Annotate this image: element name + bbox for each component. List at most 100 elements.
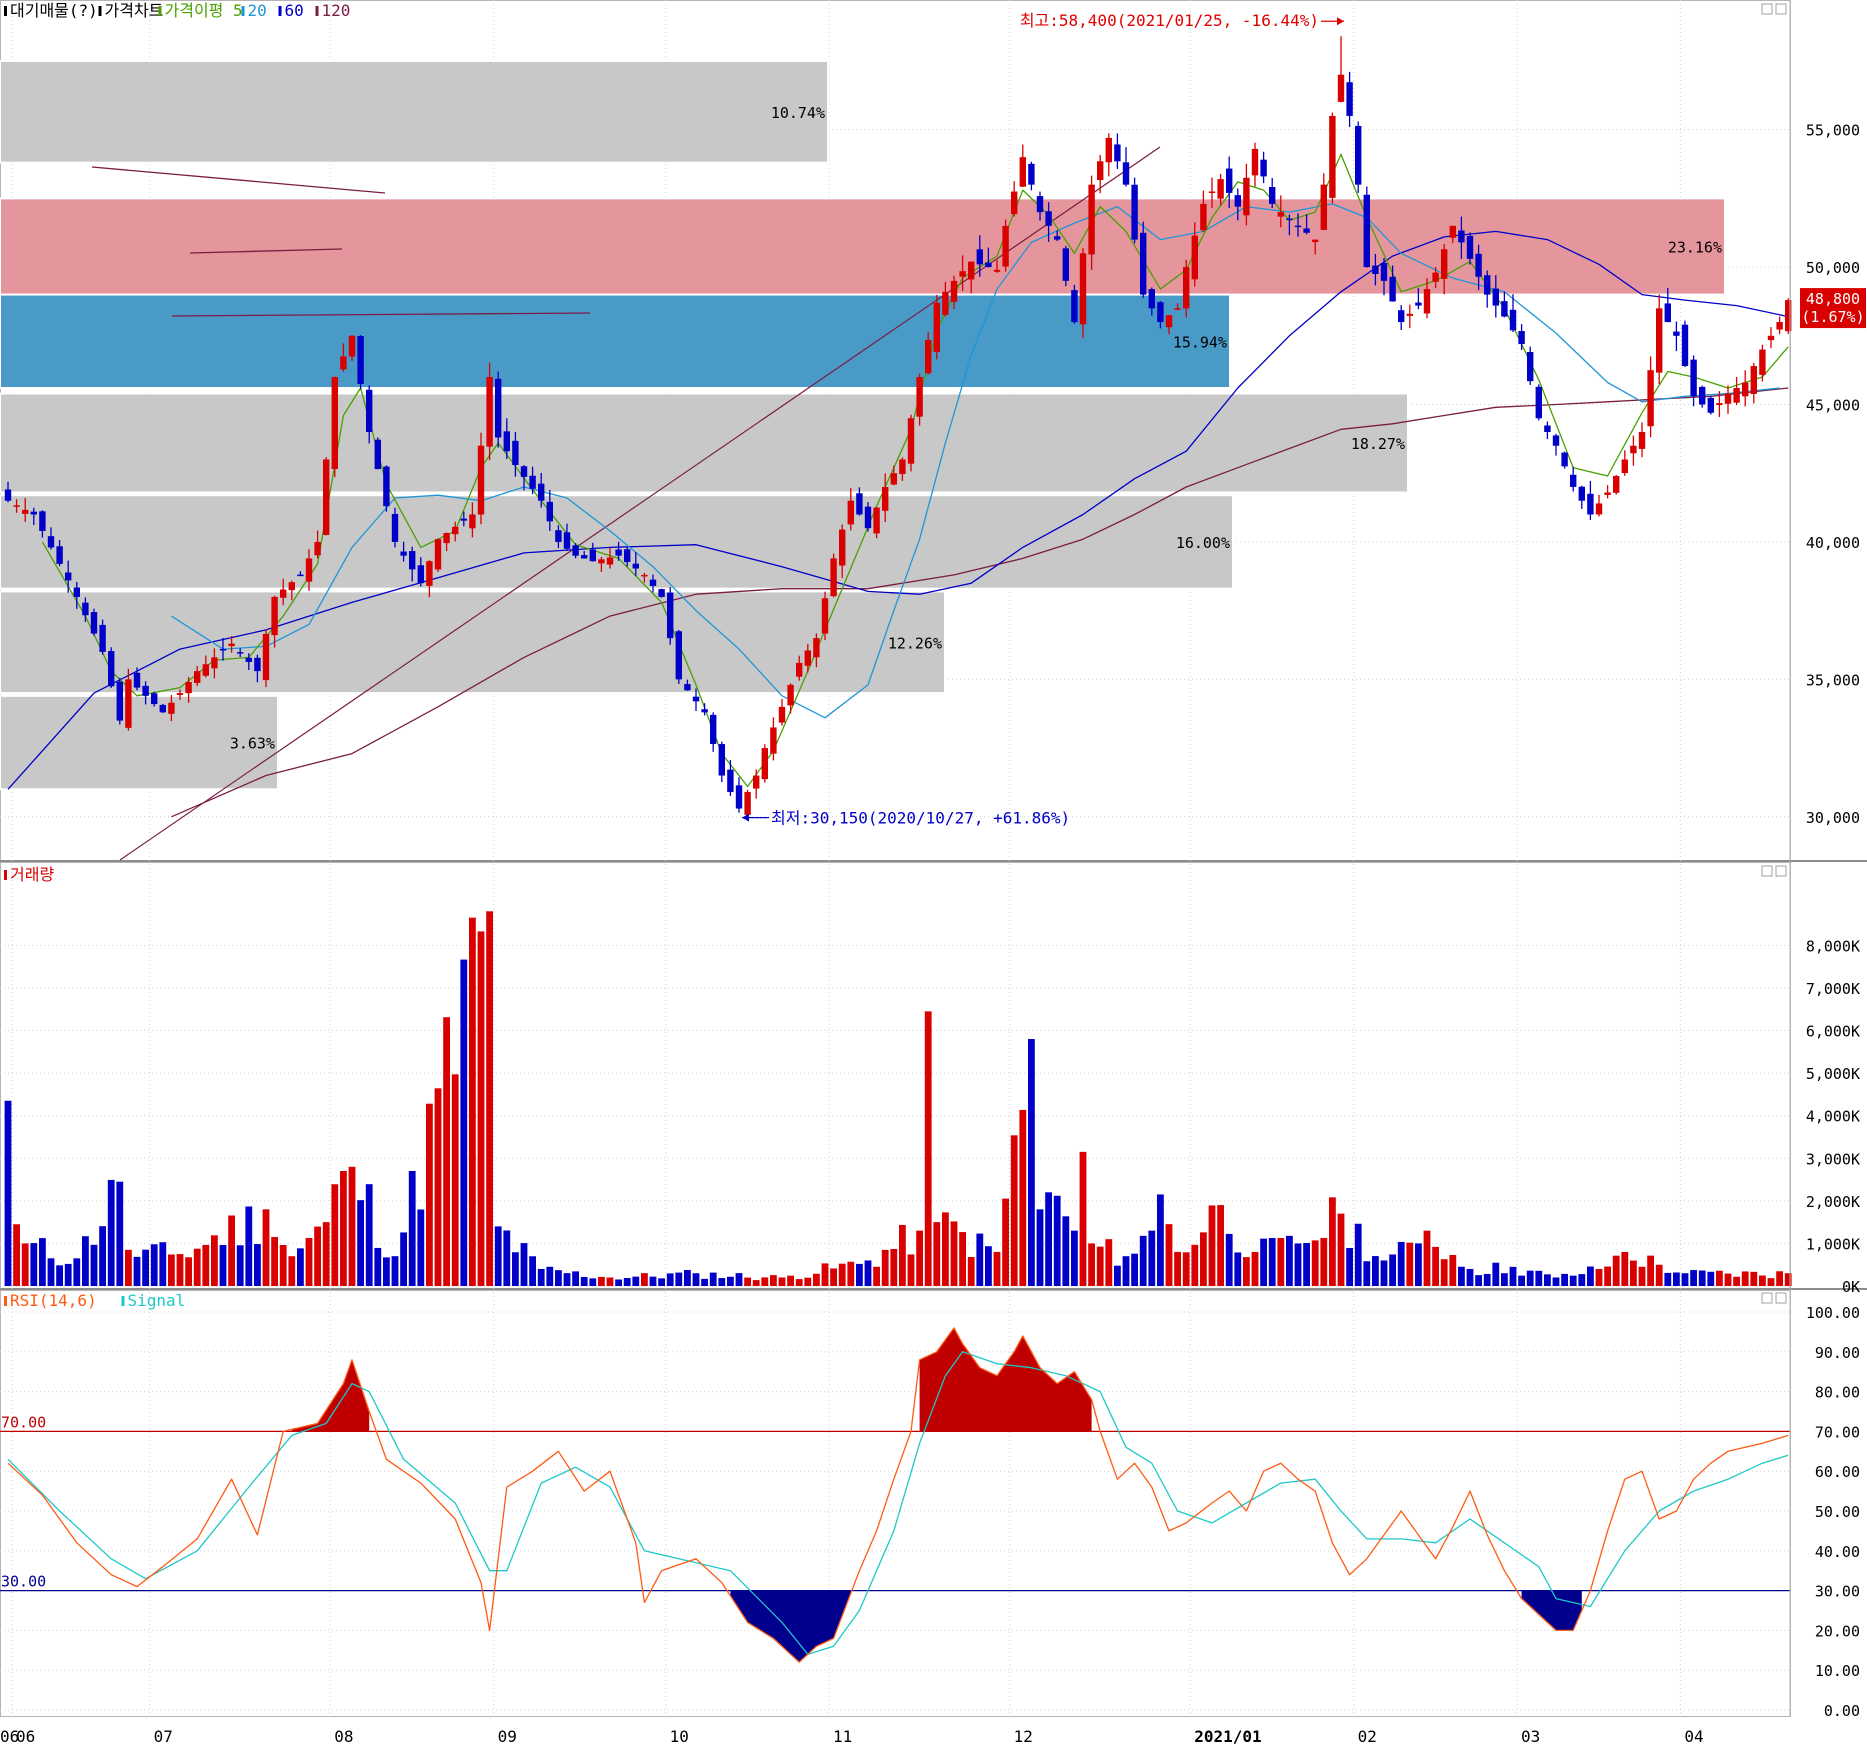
candle-body — [228, 643, 235, 647]
price-minimize-button[interactable] — [1761, 3, 1773, 15]
supply-zone — [0, 392, 1409, 494]
supply-zone — [0, 197, 1726, 296]
candle-body — [1733, 388, 1740, 403]
candle-body — [1724, 393, 1732, 404]
supply-zone — [0, 59, 829, 164]
chart-canvas[interactable]: 30,000 35,000 40,000 45,000 50,000 55,000 0K 1,… — [0, 0, 1867, 1747]
volume-bar — [752, 1280, 760, 1286]
candle-body — [1638, 432, 1646, 449]
candle-body — [417, 565, 424, 584]
low-annotation: 최저:30,150(2020/10/27, +61.86%) — [771, 809, 1070, 828]
candle-body — [1217, 179, 1224, 199]
month-label: 11 — [833, 1727, 852, 1746]
candle-body — [1122, 162, 1130, 185]
legend-marker — [158, 6, 162, 16]
volume-bar — [1406, 1242, 1414, 1286]
volume-close-button[interactable] — [1775, 865, 1787, 877]
candle-body — [1165, 315, 1173, 328]
volume-bar — [279, 1245, 287, 1286]
volume-bar — [297, 1248, 304, 1286]
rsi-tick-label: 70.00 — [1815, 1423, 1860, 1441]
candle-body — [1458, 230, 1465, 243]
candle-body — [1449, 225, 1456, 238]
volume-bar — [13, 1224, 20, 1286]
candle-body — [90, 612, 98, 634]
candle-body — [1226, 168, 1233, 193]
volume-bar — [1724, 1273, 1732, 1286]
candle-body — [830, 558, 837, 597]
legend-marker — [4, 870, 7, 880]
volume-bar — [202, 1244, 210, 1286]
legend-marker — [4, 1296, 7, 1306]
candle-body — [1208, 191, 1216, 194]
volume-bar — [838, 1263, 846, 1286]
volume-bar — [1329, 1197, 1336, 1286]
candle-body — [1294, 225, 1302, 228]
volume-bar — [1148, 1230, 1156, 1286]
price-legend-item: 60 — [285, 1, 304, 20]
volume-bar — [1612, 1255, 1620, 1286]
volume-bar — [1260, 1238, 1267, 1286]
volume-bar — [47, 1258, 55, 1286]
candle-body — [1140, 232, 1147, 295]
candle-body — [873, 507, 880, 534]
candle-body — [546, 501, 553, 522]
volume-bar — [228, 1215, 235, 1286]
price-close-button[interactable] — [1775, 3, 1787, 15]
candle-body — [1475, 253, 1482, 277]
candle-body — [847, 500, 854, 525]
candle-body — [1329, 115, 1336, 198]
candle-body — [1501, 301, 1508, 317]
legend-marker — [278, 6, 282, 16]
volume-bar — [770, 1275, 777, 1286]
candle-body — [1767, 335, 1775, 341]
candle-body — [391, 513, 399, 542]
volume-bar — [1561, 1273, 1568, 1286]
candle-body — [185, 682, 192, 694]
volume-tick-label: 7,000K — [1806, 980, 1860, 998]
rsi-close-button[interactable] — [1775, 1292, 1787, 1304]
volume-bar — [469, 917, 476, 1286]
volume-bar — [1191, 1244, 1199, 1286]
volume-bar — [1552, 1277, 1560, 1286]
volume-bar — [537, 1268, 545, 1286]
volume-bar — [1028, 1039, 1035, 1286]
candle-body — [1105, 137, 1112, 163]
candle-body — [598, 559, 605, 564]
volume-bar — [1105, 1239, 1113, 1286]
candle-body — [1527, 352, 1534, 382]
candle-body — [649, 579, 657, 586]
candle-body — [1673, 331, 1680, 336]
volume-minimize-button[interactable] — [1761, 865, 1773, 877]
volume-bar — [967, 1257, 975, 1286]
candle-body — [804, 650, 811, 666]
candle-body — [692, 696, 700, 702]
candle-body — [434, 539, 442, 570]
volume-bar — [1165, 1224, 1173, 1286]
rsi-tick-label: 20.00 — [1815, 1622, 1860, 1640]
stock-chart[interactable]: 30,000 35,000 40,000 45,000 50,000 55,000 0K 1,… — [0, 0, 1867, 1747]
month-label: 06 — [0, 1727, 19, 1746]
candle-body — [1243, 177, 1250, 216]
volume-bar — [589, 1278, 597, 1286]
volume-bar — [821, 1263, 829, 1286]
volume-bar — [1690, 1270, 1697, 1286]
volume-bar — [959, 1232, 966, 1286]
candle-body — [1045, 211, 1052, 226]
price-legend-item: 대기매물(?) — [10, 1, 98, 20]
candle-body — [710, 714, 717, 744]
candle-body — [1492, 288, 1499, 306]
volume-bar — [1776, 1271, 1783, 1286]
candle-body — [899, 459, 906, 475]
candle-body — [340, 356, 347, 370]
volume-bar — [314, 1226, 321, 1286]
volume-bar — [1372, 1256, 1379, 1286]
candle-body — [839, 529, 846, 566]
rsi-minimize-button[interactable] — [1761, 1292, 1773, 1304]
candle-body — [1518, 331, 1525, 345]
candle-body — [1157, 302, 1164, 323]
volume-bar — [1716, 1270, 1723, 1286]
candle-body — [108, 651, 115, 687]
candle-body — [245, 657, 252, 662]
volume-bar — [1303, 1242, 1310, 1286]
